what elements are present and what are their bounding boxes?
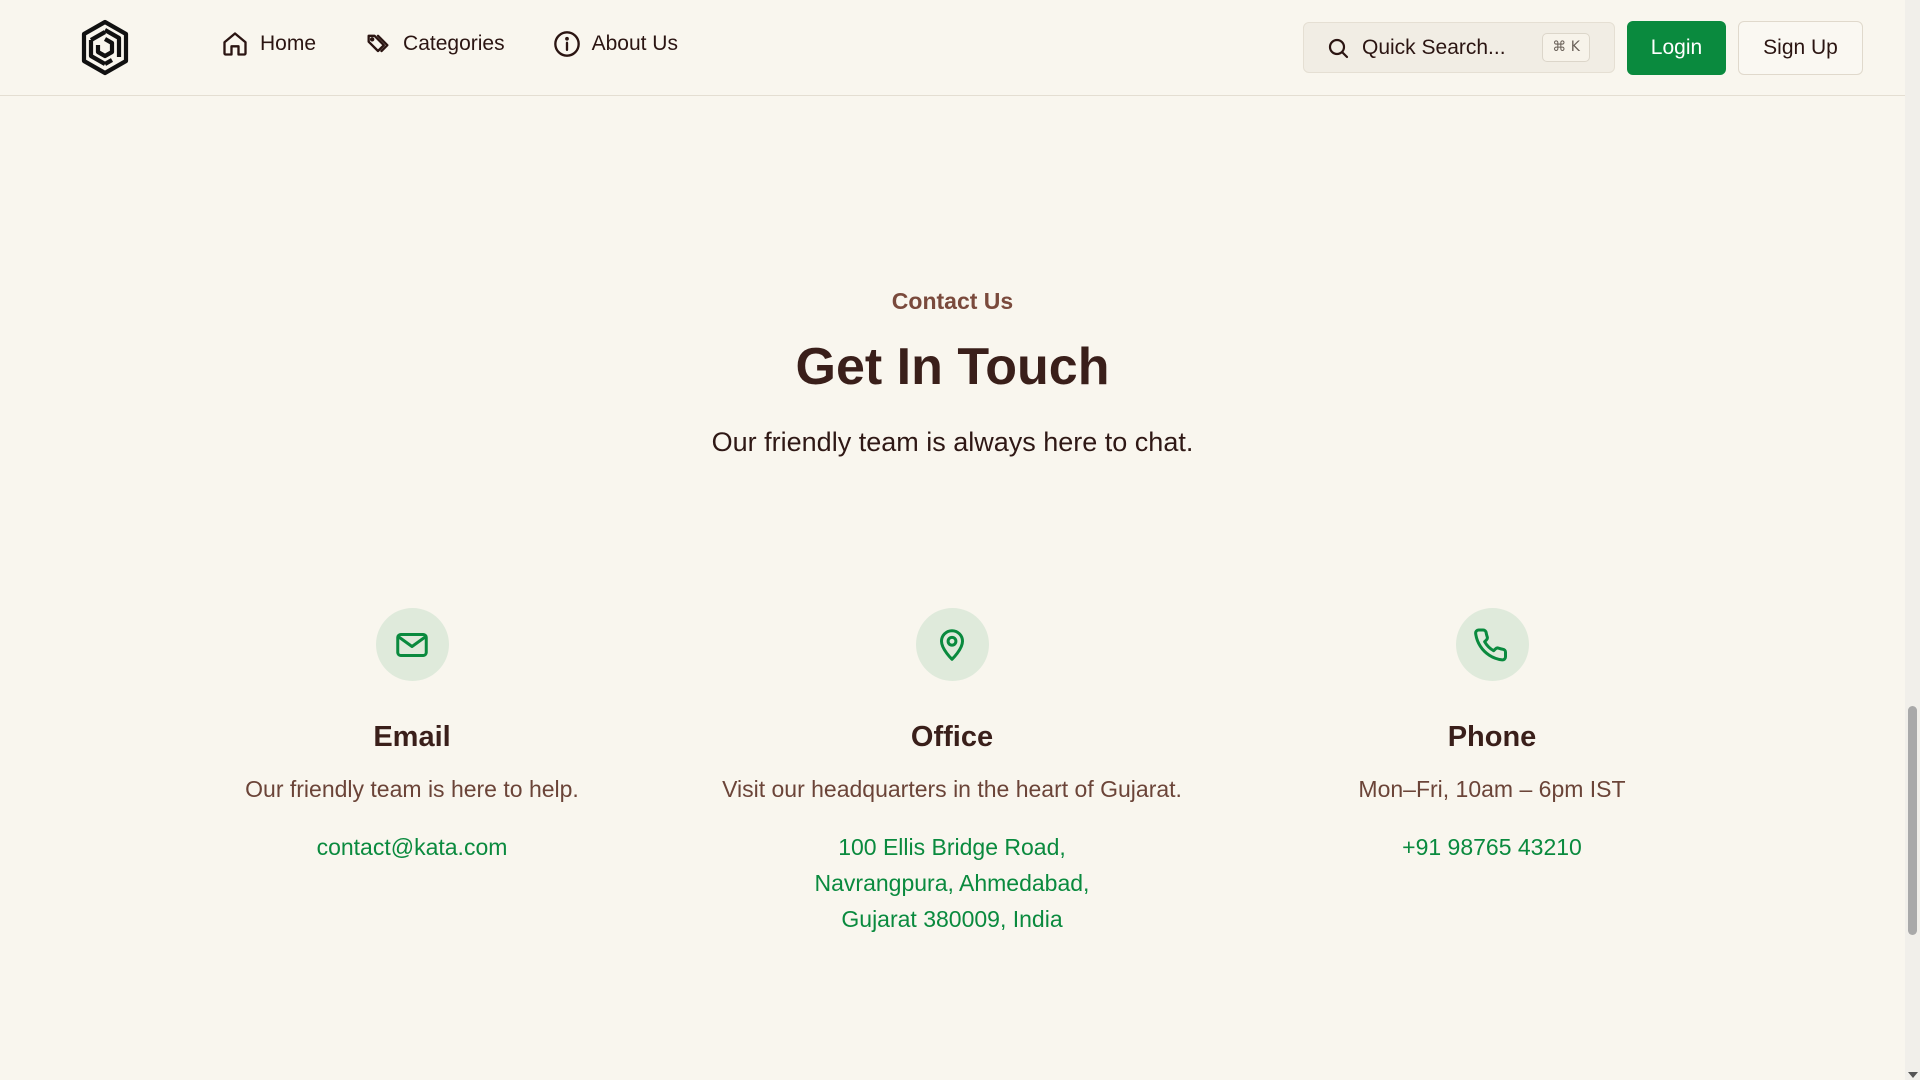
email-icon-circle [375, 608, 449, 681]
phone-icon [1474, 627, 1508, 661]
address-line-3: Gujarat 380009, India [841, 906, 1063, 932]
info-icon [553, 31, 580, 57]
address-line-2: Navrangpura, Ahmedabad, [814, 870, 1090, 896]
nav-home-label: Home [260, 32, 317, 55]
site-header: Home Categories About Us Quick Search...… [0, 0, 1905, 96]
phone-link[interactable]: +91 98765 43210 [1222, 829, 1762, 865]
nav-categories-label: Categories [403, 32, 505, 55]
contact-card-email: Email Our friendly team is here to help.… [142, 608, 682, 865]
mail-icon [396, 632, 428, 657]
office-icon-circle [915, 608, 989, 681]
phone-link-text: +91 98765 43210 [1402, 834, 1582, 860]
logo-icon[interactable] [79, 19, 131, 76]
search-placeholder: Quick Search... [1362, 35, 1506, 59]
main-nav: Home Categories About Us [221, 30, 726, 58]
card-title: Phone [1447, 721, 1537, 753]
tag-icon [367, 34, 389, 53]
map-pin-icon [940, 628, 964, 661]
card-description: Mon–Fri, 10am – 6pm IST [1358, 776, 1626, 802]
nav-categories[interactable]: Categories [364, 30, 505, 58]
card-title: Office [910, 721, 994, 753]
scrollbar-thumb[interactable] [1908, 706, 1917, 935]
page: Home Categories About Us Quick Search...… [0, 0, 1920, 1080]
email-link-text: contact@kata.com [316, 834, 508, 860]
search-icon [1328, 38, 1349, 58]
scroll-down-arrow-icon[interactable] [1908, 1072, 1918, 1078]
email-link[interactable]: contact@kata.com [142, 829, 682, 865]
phone-icon-circle [1455, 608, 1529, 681]
office-address-link[interactable]: 100 Ellis Bridge Road, Navrangpura, Ahme… [682, 829, 1222, 937]
quick-search[interactable]: Quick Search... ⌘ K [1303, 22, 1615, 73]
nav-about-us[interactable]: About Us [553, 30, 678, 58]
scrollbar[interactable] [1905, 0, 1920, 1080]
nav-about-us-label: About Us [591, 32, 678, 55]
contact-card-office: Office Visit our headquarters in the hea… [682, 608, 1222, 937]
nav-home[interactable]: Home [221, 30, 316, 58]
contact-card-phone: Phone Mon–Fri, 10am – 6pm IST +91 98765 … [1222, 608, 1762, 865]
signup-button[interactable]: Sign Up [1738, 21, 1863, 75]
section-eyebrow: Contact Us [891, 288, 1014, 314]
search-shortcut-badge: ⌘ K [1542, 33, 1590, 62]
login-button[interactable]: Login [1627, 21, 1726, 75]
card-title: Email [373, 721, 451, 753]
page-title: Get In Touch [795, 338, 1110, 396]
card-description: Our friendly team is here to help. [245, 776, 579, 802]
home-icon [223, 32, 247, 56]
address-line-1: 100 Ellis Bridge Road, [838, 834, 1066, 860]
page-subtitle: Our friendly team is always here to chat… [711, 427, 1194, 457]
card-description: Visit our headquarters in the heart of G… [722, 776, 1182, 802]
